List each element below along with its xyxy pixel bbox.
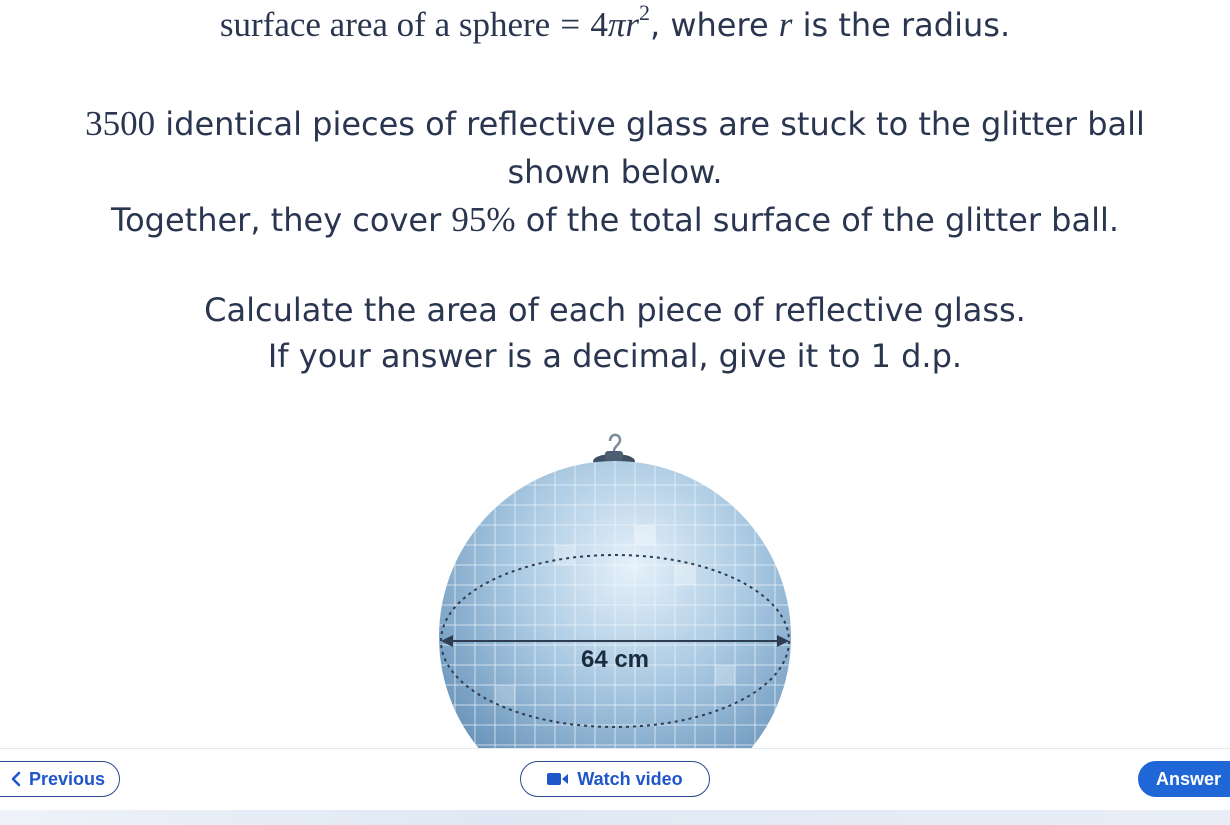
coverage-percent: 95% xyxy=(451,200,516,239)
question-line-4-after: of the total surface of the glitter ball… xyxy=(525,201,1120,239)
formula-suffix-1: , where xyxy=(650,6,769,44)
watch-video-button[interactable]: Watch video xyxy=(520,761,710,797)
bottom-strip xyxy=(0,810,1230,825)
watch-video-label: Watch video xyxy=(577,768,683,789)
formula-suffix-var: r xyxy=(778,5,793,44)
diameter-label: 64 cm xyxy=(581,646,649,673)
formula-suffix-2: is the radius. xyxy=(802,6,1011,44)
glitter-ball-figure: 64 cm xyxy=(439,433,791,750)
chevron-left-icon xyxy=(11,771,21,787)
question-line-2-text: identical pieces of reflective glass are… xyxy=(165,105,1145,143)
answer-button[interactable]: Answer xyxy=(1138,761,1230,797)
question-line-4-before: Together, they cover xyxy=(110,201,442,239)
question-line-2: 3500 identical pieces of reflective glas… xyxy=(0,104,1230,144)
formula-variable: r xyxy=(625,5,639,44)
previous-label: Previous xyxy=(28,768,106,789)
formula-coefficient: 4 xyxy=(590,5,608,44)
video-camera-icon xyxy=(547,772,569,786)
formula-exponent: 2 xyxy=(639,0,650,25)
formula-equals: = xyxy=(560,5,581,44)
previous-button[interactable]: Previous xyxy=(0,761,120,797)
formula-label: surface area of a sphere xyxy=(219,5,551,44)
question-line-5: Calculate the area of each piece of refl… xyxy=(204,291,1026,329)
piece-count: 3500 xyxy=(85,104,156,143)
bottom-nav-bar: Previous Watch video Answer xyxy=(0,748,1230,811)
question-line-4: Together, they cover 95% of the total su… xyxy=(0,200,1230,240)
question-line-3: shown below. xyxy=(507,153,723,191)
formula-pi: π xyxy=(607,5,626,44)
answer-label: Answer xyxy=(1156,768,1222,789)
question-line-6: If your answer is a decimal, give it to … xyxy=(267,337,963,375)
formula-line: surface area of a sphere = 4πr2, where r… xyxy=(0,2,1230,45)
